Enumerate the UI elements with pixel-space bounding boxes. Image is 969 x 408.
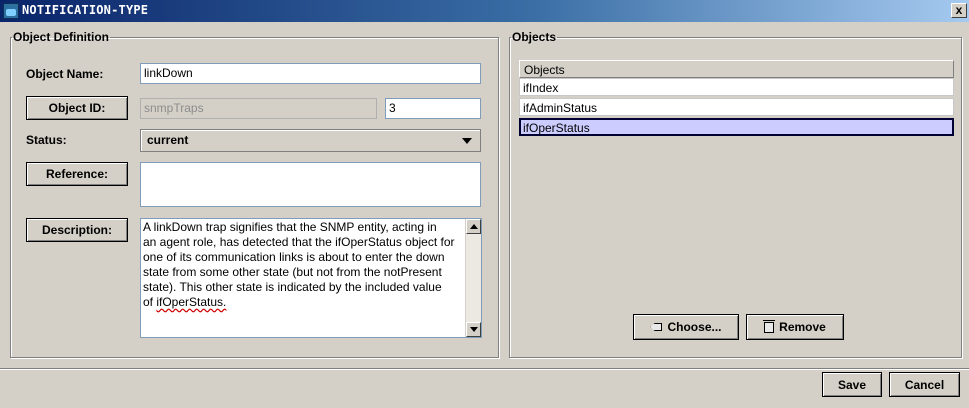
description-line: state). This other state is indicated by… — [143, 280, 442, 294]
save-button-label: Save — [837, 377, 867, 392]
choose-button[interactable]: Choose... — [633, 314, 739, 340]
reference-button[interactable]: Reference: — [26, 162, 128, 186]
object-name-label: Object Name: — [26, 67, 104, 81]
trash-icon — [763, 319, 776, 333]
description-line: an agent role, has detected that the ifO… — [143, 235, 455, 249]
footer-divider — [0, 368, 969, 369]
folder-open-icon — [650, 323, 662, 331]
objects-table[interactable]: Objects ifIndex ifAdminStatus ifOperStat… — [519, 60, 954, 292]
close-button[interactable]: x — [951, 3, 967, 18]
description-line: state from some other state (but not fro… — [143, 265, 442, 279]
status-label: Status: — [26, 133, 67, 147]
notification-type-window: NOTIFICATION-TYPE x Object Definition Ob… — [0, 0, 969, 408]
object-id-button[interactable]: Object ID: — [26, 96, 128, 120]
description-button-label: Description: — [41, 223, 112, 237]
remove-button[interactable]: Remove — [746, 314, 844, 340]
object-definition-legend: Object Definition — [13, 30, 109, 44]
object-id-number-input[interactable]: 3 — [385, 98, 481, 119]
cancel-button[interactable]: Cancel — [889, 372, 960, 397]
table-row[interactable]: ifAdminStatus — [519, 98, 954, 116]
app-icon — [3, 3, 19, 19]
object-id-button-label: Object ID: — [48, 101, 106, 115]
title-bar[interactable]: NOTIFICATION-TYPE x — [0, 0, 969, 22]
remove-button-label: Remove — [779, 320, 826, 334]
cancel-button-label: Cancel — [904, 377, 945, 392]
chevron-down-icon — [462, 138, 472, 144]
window-title: NOTIFICATION-TYPE — [22, 3, 149, 17]
description-line: one of its communication links is about … — [143, 250, 445, 264]
status-select[interactable]: current — [140, 129, 481, 152]
reference-button-label: Reference: — [45, 167, 109, 181]
description-scrollbar[interactable] — [465, 219, 481, 337]
scroll-up-arrow-icon[interactable] — [466, 219, 481, 234]
choose-button-label: Choose... — [667, 320, 722, 334]
description-button[interactable]: Description: — [26, 218, 128, 242]
status-select-value: current — [147, 133, 189, 147]
object-id-parent-field: snmpTraps — [140, 98, 377, 119]
save-button[interactable]: Save — [822, 372, 882, 397]
scroll-down-arrow-icon[interactable] — [466, 322, 481, 337]
table-row-selected[interactable]: ifOperStatus — [519, 118, 954, 136]
objects-column-header[interactable]: Objects — [519, 60, 954, 78]
objects-legend: Objects — [512, 30, 557, 44]
object-name-input[interactable]: linkDown — [140, 63, 481, 84]
reference-textarea[interactable] — [140, 162, 481, 207]
description-line: A linkDown trap signifies that the SNMP … — [143, 220, 437, 234]
misspelled-word: ifOperStatus. — [156, 295, 227, 309]
description-textarea[interactable]: A linkDown trap signifies that the SNMP … — [140, 218, 482, 338]
table-row[interactable]: ifIndex — [519, 78, 954, 96]
description-line-last: of ifOperStatus. — [143, 295, 461, 310]
description-line: of — [143, 295, 157, 309]
